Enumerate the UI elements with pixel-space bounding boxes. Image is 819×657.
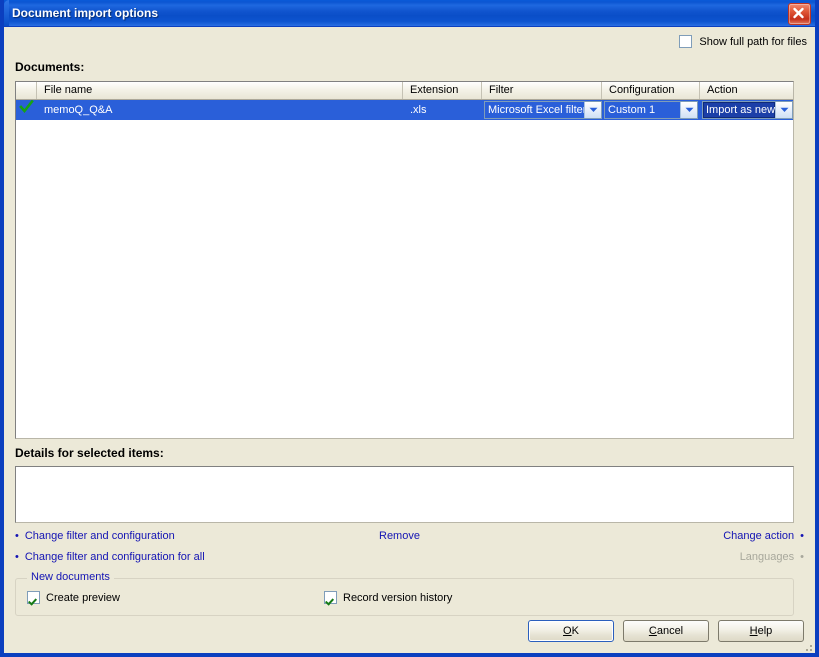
window-title: Document import options xyxy=(12,6,158,20)
change-filter-configuration-link[interactable]: Change filter and configuration xyxy=(25,530,175,542)
change-filter-configuration-all-link-group[interactable]: • Change filter and configuration for al… xyxy=(15,551,205,563)
documents-list[interactable]: File name Extension Filter Configuration… xyxy=(15,81,794,439)
new-documents-group-title: New documents xyxy=(27,571,114,583)
column-header-action[interactable]: Action xyxy=(700,82,793,99)
column-header-file-name[interactable]: File name xyxy=(37,82,403,99)
action-links-row-1: • Change filter and configuration Remove… xyxy=(15,530,804,547)
chevron-down-icon[interactable] xyxy=(775,102,792,118)
details-textbox[interactable] xyxy=(15,466,794,523)
show-full-path-label: Show full path for files xyxy=(699,35,807,48)
chevron-down-icon[interactable] xyxy=(584,102,601,118)
help-button-label: Help xyxy=(749,625,773,637)
ok-button-label: OK xyxy=(563,625,579,637)
resize-grip-icon[interactable] xyxy=(800,643,812,653)
bullet-icon: • xyxy=(800,530,804,542)
title-bar-left-cap xyxy=(4,0,9,26)
cell-action[interactable]: Import as new xyxy=(700,100,793,120)
row-check-icon-cell[interactable] xyxy=(16,100,37,120)
languages-link: Languages xyxy=(739,551,795,563)
dialog-client-area: Documents: Show full path for files File… xyxy=(4,27,815,653)
cell-filter[interactable]: Microsoft Excel filter xyxy=(482,100,602,120)
change-action-link[interactable]: Change action xyxy=(723,530,794,542)
record-version-history-checkbox[interactable] xyxy=(324,591,337,604)
column-header-configuration[interactable]: Configuration xyxy=(602,82,700,99)
record-version-history-label: Record version history xyxy=(343,591,453,604)
details-label: Details for selected items: xyxy=(15,446,164,460)
column-header-filter[interactable]: Filter xyxy=(482,82,602,99)
remove-link[interactable]: Remove xyxy=(379,530,420,542)
create-preview-checkbox-group[interactable]: Create preview xyxy=(27,591,120,604)
column-header-check[interactable] xyxy=(16,82,37,99)
document-import-options-dialog: Document import options Documents: Show … xyxy=(0,0,819,657)
table-row[interactable]: memoQ_Q&A .xls Microsoft Excel filter Cu… xyxy=(16,100,793,120)
change-action-link-group[interactable]: Change action • xyxy=(723,530,804,542)
title-bar[interactable]: Document import options xyxy=(4,0,815,27)
configuration-dropdown-value: Custom 1 xyxy=(605,102,680,118)
dialog-button-bar: OK Cancel Help xyxy=(528,620,804,642)
show-full-path-checkbox[interactable] xyxy=(679,35,693,48)
bullet-icon: • xyxy=(15,530,19,542)
column-header-extension[interactable]: Extension xyxy=(403,82,482,99)
action-links-row-2: • Change filter and configuration for al… xyxy=(15,551,804,568)
change-filter-configuration-link-group[interactable]: • Change filter and configuration xyxy=(15,530,175,542)
cancel-button-label: Cancel xyxy=(648,625,684,637)
cell-file-name[interactable]: memoQ_Q&A xyxy=(37,100,403,120)
create-preview-checkbox[interactable] xyxy=(27,591,40,604)
new-documents-group: New documents Create preview Record vers… xyxy=(15,571,794,616)
action-dropdown[interactable]: Import as new xyxy=(702,101,793,119)
remove-link-group[interactable]: Remove xyxy=(379,530,420,542)
help-button[interactable]: Help xyxy=(718,620,804,642)
chevron-down-icon[interactable] xyxy=(680,102,697,118)
close-icon[interactable] xyxy=(788,3,811,25)
cell-extension[interactable]: .xls xyxy=(403,100,482,120)
checkmark-icon xyxy=(19,100,34,120)
record-version-history-checkbox-group[interactable]: Record version history xyxy=(324,591,452,604)
filter-dropdown[interactable]: Microsoft Excel filter xyxy=(484,101,602,119)
action-dropdown-value: Import as new xyxy=(703,102,775,118)
bullet-icon: • xyxy=(800,551,804,563)
bullet-icon: • xyxy=(15,551,19,563)
languages-link-group: Languages • xyxy=(740,551,804,563)
cancel-button[interactable]: Cancel xyxy=(623,620,709,642)
documents-label: Documents: xyxy=(15,60,85,74)
filter-dropdown-value: Microsoft Excel filter xyxy=(485,102,584,118)
ok-button[interactable]: OK xyxy=(528,620,614,642)
create-preview-label: Create preview xyxy=(46,591,120,604)
list-header-row: File name Extension Filter Configuration… xyxy=(16,82,793,100)
cell-configuration[interactable]: Custom 1 xyxy=(602,100,700,120)
change-filter-configuration-for-all-link[interactable]: Change filter and configuration for all xyxy=(25,551,205,563)
show-full-path-checkbox-group[interactable]: Show full path for files xyxy=(679,35,807,48)
configuration-dropdown[interactable]: Custom 1 xyxy=(604,101,698,119)
